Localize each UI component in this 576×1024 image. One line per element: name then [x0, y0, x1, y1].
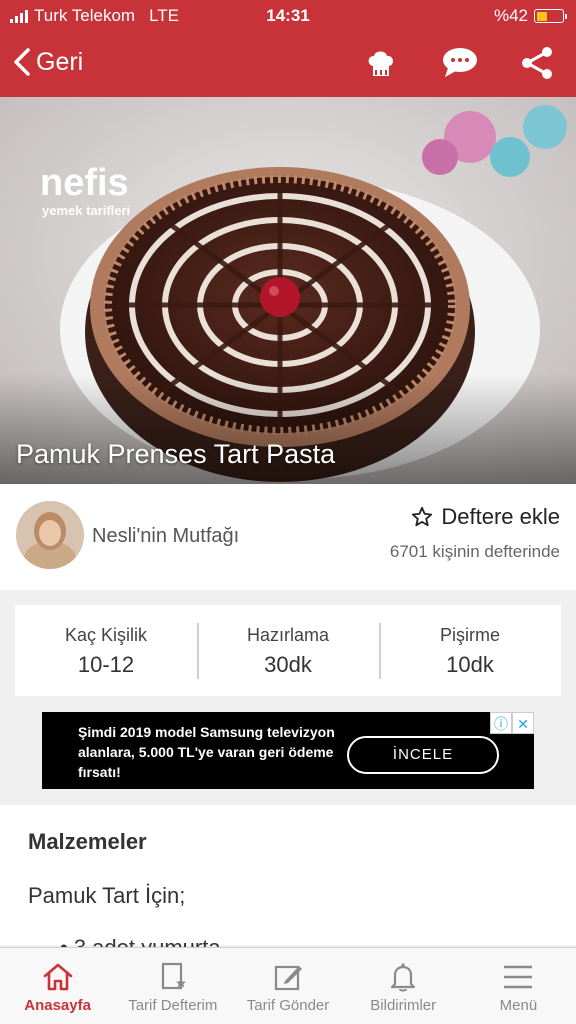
add-to-notebook-button[interactable]: Deftere ekle: [411, 504, 560, 530]
stat-value: 10-12: [77, 652, 135, 677]
nav-bar: Geri: [0, 32, 576, 97]
avatar[interactable]: [16, 501, 84, 569]
stat-value: 30dk: [264, 652, 312, 677]
back-button[interactable]: Geri: [12, 47, 83, 77]
watermark-logo: nefis: [40, 162, 129, 204]
tab-label: Anasayfa: [24, 997, 91, 1014]
tab-notifications[interactable]: Bildirimler: [346, 948, 461, 1024]
top-bar: Turk Telekom LTE 14:31 %42 Geri: [0, 0, 576, 97]
author-row: Nesli'nin Mutfağı Deftere ekle 6701 kişi…: [0, 484, 576, 590]
bell-icon: [391, 963, 416, 992]
recipe-stats: Kaç Kişilik 10-12 Hazırlama 30dk Pişirme…: [15, 605, 561, 696]
stat-label: Hazırlama: [246, 625, 330, 645]
edit-icon: [274, 965, 302, 991]
tab-menu[interactable]: Menü: [461, 948, 576, 1024]
stat-prep-time: Hazırlama 30dk: [197, 605, 379, 696]
tab-label: Tarif Defterim: [128, 997, 218, 1014]
tab-submit-recipe[interactable]: Tarif Gönder: [230, 948, 345, 1024]
battery-icon: [534, 9, 567, 23]
stat-label: Pişirme: [439, 625, 500, 645]
status-bar: Turk Telekom LTE 14:31 %42: [0, 0, 576, 32]
ingredients-heading: Malzemeler: [28, 829, 147, 854]
share-icon[interactable]: [520, 46, 554, 80]
tab-label: Menü: [499, 997, 538, 1014]
ingredients-subheading: Pamuk Tart İçin;: [28, 883, 186, 908]
author-name[interactable]: Nesli'nin Mutfağı: [92, 525, 239, 548]
star-icon: [412, 506, 433, 527]
tab-home[interactable]: Anasayfa: [0, 948, 115, 1024]
ad-info-icon[interactable]: ⓘ: [490, 712, 512, 734]
recipe-hero-image: nefis yemek tarifleri Pamuk Prenses Tart…: [0, 97, 576, 484]
comment-icon[interactable]: [442, 46, 477, 80]
add-to-notebook-label: Deftere ekle: [441, 504, 560, 529]
chef-hat-icon[interactable]: [364, 46, 398, 80]
battery-percent: %42: [493, 6, 528, 25]
stat-servings: Kaç Kişilik 10-12: [15, 605, 197, 696]
stat-cook-time: Pişirme 10dk: [379, 605, 561, 696]
tab-label: Bildirimler: [370, 997, 437, 1014]
menu-icon: [504, 965, 533, 989]
svg-text:yemek tarifleri: yemek tarifleri: [42, 203, 130, 218]
notebook-star-icon: [161, 962, 186, 990]
notebook-count: 6701 kişinin defterinde: [389, 542, 560, 561]
back-label: Geri: [36, 47, 84, 76]
bottom-tab-bar: Anasayfa Tarif Defterim Tarif Gönder Bil…: [0, 947, 576, 1024]
ad-text: Şimdi 2019 model Samsung televizyon alan…: [78, 724, 335, 780]
stat-label: Kaç Kişilik: [64, 625, 148, 645]
clock: 14:31: [266, 6, 310, 25]
ingredients-section: Malzemeler Pamuk Tart İçin; • 3 adet yum…: [0, 805, 576, 960]
ad-cta-button[interactable]: İNCELE: [347, 736, 499, 774]
tab-label: Tarif Gönder: [246, 997, 330, 1014]
chevron-left-icon: [14, 48, 30, 76]
home-icon: [43, 963, 72, 991]
tab-notebook[interactable]: Tarif Defterim: [115, 948, 230, 1024]
ad-close-icon[interactable]: ✕: [512, 712, 534, 734]
stat-value: 10dk: [446, 652, 494, 677]
advertisement-banner[interactable]: Şimdi 2019 model Samsung televizyon alan…: [42, 712, 534, 789]
recipe-title: Pamuk Prenses Tart Pasta: [16, 439, 336, 469]
